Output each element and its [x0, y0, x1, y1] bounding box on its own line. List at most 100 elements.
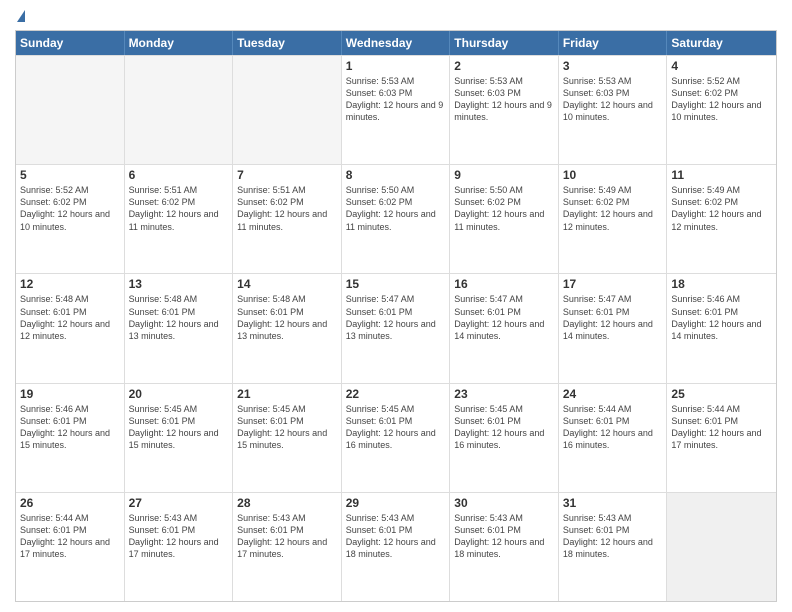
- calendar-cell: [667, 493, 776, 601]
- day-number: 13: [129, 277, 229, 291]
- calendar-cell: 28 Sunrise: 5:43 AM Sunset: 6:01 PM Dayli…: [233, 493, 342, 601]
- calendar-cell: 3 Sunrise: 5:53 AM Sunset: 6:03 PM Daylig…: [559, 56, 668, 164]
- calendar-header: SundayMondayTuesdayWednesdayThursdayFrid…: [16, 31, 776, 55]
- weekday-header: Friday: [559, 31, 668, 55]
- day-number: 24: [563, 387, 663, 401]
- calendar-cell: 25 Sunrise: 5:44 AM Sunset: 6:01 PM Dayli…: [667, 384, 776, 492]
- cell-info: Sunrise: 5:52 AM Sunset: 6:02 PM Dayligh…: [20, 184, 120, 233]
- cell-info: Sunrise: 5:48 AM Sunset: 6:01 PM Dayligh…: [129, 293, 229, 342]
- cell-info: Sunrise: 5:49 AM Sunset: 6:02 PM Dayligh…: [563, 184, 663, 233]
- calendar-cell: 30 Sunrise: 5:43 AM Sunset: 6:01 PM Dayli…: [450, 493, 559, 601]
- calendar-cell: 11 Sunrise: 5:49 AM Sunset: 6:02 PM Dayli…: [667, 165, 776, 273]
- cell-info: Sunrise: 5:43 AM Sunset: 6:01 PM Dayligh…: [129, 512, 229, 561]
- cell-info: Sunrise: 5:43 AM Sunset: 6:01 PM Dayligh…: [563, 512, 663, 561]
- calendar-cell: 7 Sunrise: 5:51 AM Sunset: 6:02 PM Daylig…: [233, 165, 342, 273]
- cell-info: Sunrise: 5:46 AM Sunset: 6:01 PM Dayligh…: [20, 403, 120, 452]
- day-number: 9: [454, 168, 554, 182]
- calendar: SundayMondayTuesdayWednesdayThursdayFrid…: [15, 30, 777, 602]
- cell-info: Sunrise: 5:48 AM Sunset: 6:01 PM Dayligh…: [237, 293, 337, 342]
- day-number: 10: [563, 168, 663, 182]
- calendar-cell: 29 Sunrise: 5:43 AM Sunset: 6:01 PM Dayli…: [342, 493, 451, 601]
- calendar-cell: 15 Sunrise: 5:47 AM Sunset: 6:01 PM Dayli…: [342, 274, 451, 382]
- cell-info: Sunrise: 5:50 AM Sunset: 6:02 PM Dayligh…: [346, 184, 446, 233]
- cell-info: Sunrise: 5:43 AM Sunset: 6:01 PM Dayligh…: [237, 512, 337, 561]
- calendar-cell: 4 Sunrise: 5:52 AM Sunset: 6:02 PM Daylig…: [667, 56, 776, 164]
- calendar-cell: 20 Sunrise: 5:45 AM Sunset: 6:01 PM Dayli…: [125, 384, 234, 492]
- cell-info: Sunrise: 5:43 AM Sunset: 6:01 PM Dayligh…: [454, 512, 554, 561]
- day-number: 11: [671, 168, 772, 182]
- calendar-cell: 18 Sunrise: 5:46 AM Sunset: 6:01 PM Dayli…: [667, 274, 776, 382]
- day-number: 14: [237, 277, 337, 291]
- calendar-row: 12 Sunrise: 5:48 AM Sunset: 6:01 PM Dayli…: [16, 273, 776, 382]
- page: SundayMondayTuesdayWednesdayThursdayFrid…: [0, 0, 792, 612]
- cell-info: Sunrise: 5:51 AM Sunset: 6:02 PM Dayligh…: [237, 184, 337, 233]
- cell-info: Sunrise: 5:43 AM Sunset: 6:01 PM Dayligh…: [346, 512, 446, 561]
- cell-info: Sunrise: 5:47 AM Sunset: 6:01 PM Dayligh…: [454, 293, 554, 342]
- calendar-cell: 6Sunrise: 5:51 AM Sunset: 6:02 PM Daylig…: [125, 165, 234, 273]
- day-number: 30: [454, 496, 554, 510]
- cell-info: Sunrise: 5:49 AM Sunset: 6:02 PM Dayligh…: [671, 184, 772, 233]
- day-number: 20: [129, 387, 229, 401]
- cell-info: Sunrise: 5:45 AM Sunset: 6:01 PM Dayligh…: [129, 403, 229, 452]
- day-number: 22: [346, 387, 446, 401]
- weekday-header: Monday: [125, 31, 234, 55]
- calendar-cell: 23Sunrise: 5:45 AM Sunset: 6:01 PM Dayli…: [450, 384, 559, 492]
- day-number: 18: [671, 277, 772, 291]
- cell-info: Sunrise: 5:48 AM Sunset: 6:01 PM Dayligh…: [20, 293, 120, 342]
- calendar-row: 19 Sunrise: 5:46 AM Sunset: 6:01 PM Dayli…: [16, 383, 776, 492]
- cell-info: Sunrise: 5:52 AM Sunset: 6:02 PM Dayligh…: [671, 75, 772, 124]
- day-number: 4: [671, 59, 772, 73]
- cell-info: Sunrise: 5:46 AM Sunset: 6:01 PM Dayligh…: [671, 293, 772, 342]
- calendar-row: 26Sunrise: 5:44 AM Sunset: 6:01 PM Dayli…: [16, 492, 776, 601]
- logo: [15, 10, 25, 24]
- day-number: 3: [563, 59, 663, 73]
- calendar-cell: [125, 56, 234, 164]
- cell-info: Sunrise: 5:47 AM Sunset: 6:01 PM Dayligh…: [346, 293, 446, 342]
- calendar-cell: 27 Sunrise: 5:43 AM Sunset: 6:01 PM Dayli…: [125, 493, 234, 601]
- calendar-cell: 17 Sunrise: 5:47 AM Sunset: 6:01 PM Dayli…: [559, 274, 668, 382]
- header: [15, 10, 777, 24]
- day-number: 19: [20, 387, 120, 401]
- day-number: 25: [671, 387, 772, 401]
- day-number: 7: [237, 168, 337, 182]
- calendar-cell: 19 Sunrise: 5:46 AM Sunset: 6:01 PM Dayli…: [16, 384, 125, 492]
- day-number: 12: [20, 277, 120, 291]
- calendar-cell: 1 Sunrise: 5:53 AM Sunset: 6:03 PM Daylig…: [342, 56, 451, 164]
- day-number: 29: [346, 496, 446, 510]
- calendar-cell: 14 Sunrise: 5:48 AM Sunset: 6:01 PM Dayli…: [233, 274, 342, 382]
- calendar-cell: 22 Sunrise: 5:45 AM Sunset: 6:01 PM Dayli…: [342, 384, 451, 492]
- calendar-body: 1 Sunrise: 5:53 AM Sunset: 6:03 PM Daylig…: [16, 55, 776, 601]
- calendar-cell: 16 Sunrise: 5:47 AM Sunset: 6:01 PM Dayli…: [450, 274, 559, 382]
- calendar-cell: 24Sunrise: 5:44 AM Sunset: 6:01 PM Dayli…: [559, 384, 668, 492]
- cell-info: Sunrise: 5:45 AM Sunset: 6:01 PM Dayligh…: [346, 403, 446, 452]
- cell-info: Sunrise: 5:45 AM Sunset: 6:01 PM Dayligh…: [454, 403, 554, 452]
- day-number: 5: [20, 168, 120, 182]
- cell-info: Sunrise: 5:44 AM Sunset: 6:01 PM Dayligh…: [671, 403, 772, 452]
- calendar-row: 5 Sunrise: 5:52 AM Sunset: 6:02 PM Daylig…: [16, 164, 776, 273]
- day-number: 17: [563, 277, 663, 291]
- day-number: 16: [454, 277, 554, 291]
- day-number: 1: [346, 59, 446, 73]
- day-number: 8: [346, 168, 446, 182]
- day-number: 2: [454, 59, 554, 73]
- weekday-header: Saturday: [667, 31, 776, 55]
- cell-info: Sunrise: 5:44 AM Sunset: 6:01 PM Dayligh…: [20, 512, 120, 561]
- day-number: 6: [129, 168, 229, 182]
- calendar-cell: [233, 56, 342, 164]
- cell-info: Sunrise: 5:53 AM Sunset: 6:03 PM Dayligh…: [346, 75, 446, 124]
- calendar-cell: 9Sunrise: 5:50 AM Sunset: 6:02 PM Daylig…: [450, 165, 559, 273]
- weekday-header: Wednesday: [342, 31, 451, 55]
- day-number: 28: [237, 496, 337, 510]
- cell-info: Sunrise: 5:53 AM Sunset: 6:03 PM Dayligh…: [454, 75, 554, 124]
- weekday-header: Thursday: [450, 31, 559, 55]
- cell-info: Sunrise: 5:47 AM Sunset: 6:01 PM Dayligh…: [563, 293, 663, 342]
- weekday-header: Tuesday: [233, 31, 342, 55]
- day-number: 21: [237, 387, 337, 401]
- logo-icon: [17, 10, 25, 22]
- day-number: 27: [129, 496, 229, 510]
- calendar-cell: 8 Sunrise: 5:50 AM Sunset: 6:02 PM Daylig…: [342, 165, 451, 273]
- day-number: 15: [346, 277, 446, 291]
- cell-info: Sunrise: 5:53 AM Sunset: 6:03 PM Dayligh…: [563, 75, 663, 124]
- day-number: 31: [563, 496, 663, 510]
- cell-info: Sunrise: 5:45 AM Sunset: 6:01 PM Dayligh…: [237, 403, 337, 452]
